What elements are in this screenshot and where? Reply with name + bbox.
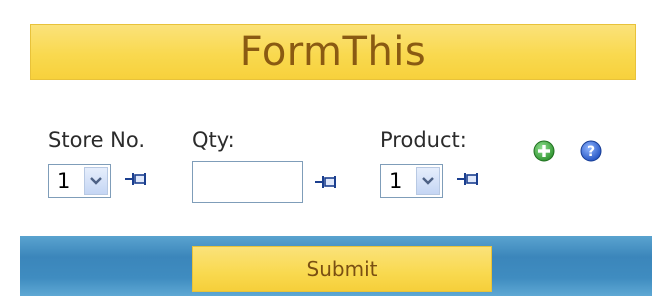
store-select-value: 1 (57, 169, 71, 193)
product-select-value: 1 (389, 169, 403, 193)
store-label: Store No. (48, 128, 146, 152)
form-this-app: FormThis Store No. 1 Qty: Product: 1 ? S… (0, 0, 652, 296)
submit-button[interactable]: Submit (192, 246, 492, 292)
pin-icon[interactable] (314, 174, 340, 190)
product-label: Product: (380, 128, 467, 152)
title-banner: FormThis (30, 24, 636, 80)
qty-input[interactable] (192, 161, 303, 203)
store-select[interactable]: 1 (48, 164, 111, 198)
page-title: FormThis (239, 29, 427, 75)
pin-icon[interactable] (456, 171, 482, 187)
add-icon[interactable] (533, 140, 555, 162)
svg-text:?: ? (587, 144, 595, 160)
pin-icon[interactable] (124, 171, 150, 187)
product-field: Product: 1 (380, 128, 500, 200)
qty-label: Qty: (192, 128, 235, 152)
product-select[interactable]: 1 (380, 164, 443, 198)
chevron-down-icon (416, 167, 440, 195)
qty-field: Qty: (192, 128, 352, 206)
store-field: Store No. 1 (48, 128, 168, 200)
chevron-down-icon (84, 167, 108, 195)
help-icon[interactable]: ? (580, 140, 602, 162)
